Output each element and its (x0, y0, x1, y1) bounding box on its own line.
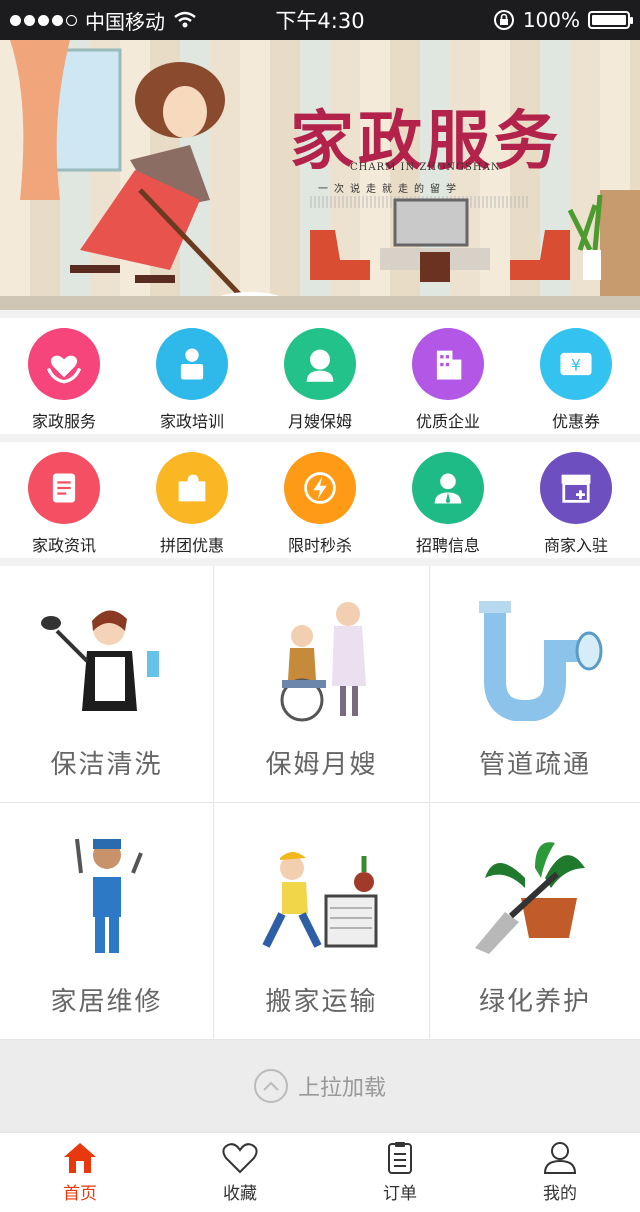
moving-icon (261, 852, 377, 948)
nanny-icon (284, 328, 356, 400)
quick-entry-row-2: 家政资讯 拼团优惠 限时秒杀 招聘信息 商家入驻 (0, 442, 640, 558)
puzzle-icon (156, 452, 228, 524)
quick-entry-label: 优质企业 (415, 412, 480, 431)
bottom-tab-bar: 首页 收藏 订单 我的 (0, 1132, 640, 1212)
trainer-icon (156, 328, 228, 400)
order-icon (388, 1142, 412, 1174)
quick-entry-item[interactable]: 月嫂保姆 (256, 318, 384, 434)
tab-label: 我的 (543, 1184, 577, 1204)
battery-percent: 100% (522, 8, 580, 32)
service-label: 家居维修 (50, 987, 163, 1017)
cleaning-icon (40, 610, 159, 711)
service-label: 保洁清洗 (50, 750, 163, 780)
tab-label: 收藏 (223, 1184, 257, 1204)
quick-entry-item[interactable]: 优质企业 (384, 318, 512, 434)
load-more-label: 上拉加载 (297, 1076, 386, 1101)
tab-favorites[interactable]: 收藏 (160, 1133, 320, 1212)
coupon-icon: ¥ (540, 328, 612, 400)
svg-text:¥: ¥ (571, 357, 581, 375)
service-label: 管道疏通 (478, 750, 591, 780)
service-caregiver[interactable]: 保姆月嫂 (214, 566, 430, 803)
quick-entry-label: 招聘信息 (415, 536, 480, 555)
hero-banner[interactable]: 家政服务 CHARM IN ZHONGSHAN 一次说走就走的留学 (0, 40, 640, 310)
tab-profile[interactable]: 我的 (480, 1133, 640, 1212)
housekeeper-illustration (70, 62, 280, 308)
quick-entry-item[interactable]: 拼团优惠 (128, 442, 256, 558)
living-room-illustration (310, 190, 640, 300)
recruit-icon (412, 452, 484, 524)
battery-icon (588, 11, 633, 29)
pipe-icon (479, 601, 603, 721)
tab-label: 订单 (383, 1184, 417, 1204)
quick-entry-label: 限时秒杀 (287, 536, 352, 555)
service-label: 搬家运输 (265, 987, 378, 1017)
heart-icon (222, 1143, 258, 1174)
quick-entry-label: 拼团优惠 (159, 536, 224, 555)
quick-entry-item[interactable]: 商家入驻 (512, 442, 640, 558)
gardening-icon (475, 842, 585, 954)
rotation-lock-icon (493, 10, 514, 30)
lightning-icon (284, 452, 356, 524)
quick-entry-item[interactable]: 家政培训 (128, 318, 256, 434)
quick-entry-item[interactable]: ¥ 优惠券 (512, 318, 640, 434)
arrow-up-icon (253, 1069, 288, 1103)
repairman-icon (74, 838, 143, 953)
quick-entry-item[interactable]: 限时秒杀 (256, 442, 384, 558)
quick-entry-label: 家政培训 (159, 412, 224, 431)
caregiver-icon (280, 602, 366, 722)
quick-entry-item[interactable]: 家政资讯 (0, 442, 128, 558)
service-cleaning[interactable]: 保洁清洗 (0, 566, 214, 803)
home-icon (64, 1143, 96, 1173)
quick-entry-label: 家政资讯 (31, 536, 96, 555)
service-label: 保姆月嫂 (265, 750, 378, 780)
quick-entry-item[interactable]: 招聘信息 (384, 442, 512, 558)
service-label: 绿化养护 (478, 987, 591, 1017)
load-more[interactable]: 上拉加载 (0, 1040, 640, 1132)
tab-home[interactable]: 首页 (0, 1133, 160, 1212)
status-bar: 中国移动 下午4:30 100% (0, 0, 640, 40)
service-moving[interactable]: 搬家运输 (214, 803, 430, 1040)
quick-entry-row-1: 家政服务 家政培训 月嫂保姆 优质企业 ¥ 优惠券 (0, 318, 640, 434)
service-gardening[interactable]: 绿化养护 (430, 803, 640, 1040)
quick-entry-label: 商家入驻 (543, 536, 608, 555)
service-grid: 保洁清洗 保姆月嫂 管道疏通 家居维修 搬家运输 绿化养护 (0, 566, 640, 1040)
heart-hands-icon (28, 328, 100, 400)
news-icon (28, 452, 100, 524)
quick-entry-item[interactable]: 家政服务 (0, 318, 128, 434)
quick-entry-label: 月嫂保姆 (287, 412, 352, 431)
service-pipe[interactable]: 管道疏通 (430, 566, 640, 803)
shop-icon (540, 452, 612, 524)
tab-label: 首页 (63, 1184, 97, 1204)
tab-orders[interactable]: 订单 (320, 1133, 480, 1212)
service-repair[interactable]: 家居维修 (0, 803, 214, 1040)
quick-entry-label: 家政服务 (31, 412, 96, 431)
user-icon (543, 1142, 577, 1174)
banner-subtitle: CHARM IN ZHONGSHAN (350, 162, 501, 173)
quick-entry-label: 优惠券 (551, 412, 600, 431)
building-icon (412, 328, 484, 400)
